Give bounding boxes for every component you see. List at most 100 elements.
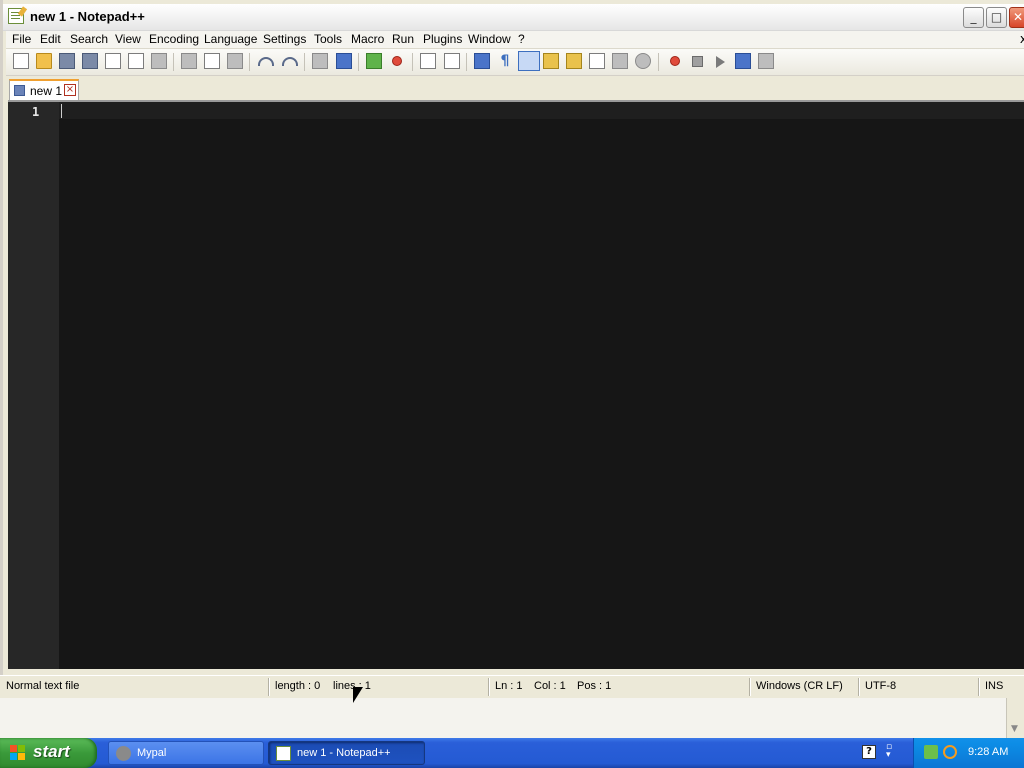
toolbar: ¶ (6, 49, 1024, 76)
menu-encoding[interactable]: Encoding (149, 32, 199, 46)
save-all-icon[interactable] (82, 53, 98, 69)
status-insert-mode[interactable]: INS (985, 680, 1003, 692)
tab-bar: new 1 × (6, 76, 1024, 100)
toolbar-separator (173, 53, 174, 71)
search-icon[interactable] (943, 745, 957, 759)
menu-macro[interactable]: Macro (351, 32, 384, 46)
sync-vertical-icon[interactable] (420, 53, 436, 69)
close-icon[interactable] (105, 53, 121, 69)
network-icon[interactable] (924, 745, 938, 759)
menu-search[interactable]: Search (70, 32, 108, 46)
mypal-icon (116, 746, 131, 761)
menu-edit[interactable]: Edit (40, 32, 61, 46)
indent-guide-icon[interactable] (518, 51, 540, 71)
status-eol[interactable]: Windows (CR LF) (756, 680, 843, 692)
playback-macro-icon[interactable] (716, 56, 725, 68)
scroll-down-arrow-icon[interactable]: ▼ (1011, 724, 1018, 734)
notepadpp-icon (276, 746, 291, 761)
cut-icon[interactable] (181, 53, 197, 69)
line-number-gutter: 1 (8, 102, 59, 669)
toolbar-separator (466, 53, 467, 71)
editor-area[interactable]: 1 (8, 100, 1024, 669)
sync-horizontal-icon[interactable] (444, 53, 460, 69)
paste-icon[interactable] (227, 53, 243, 69)
zoom-out-icon[interactable] (392, 56, 402, 66)
redo-icon[interactable] (282, 57, 298, 66)
menu-run[interactable]: Run (392, 32, 414, 46)
save-icon[interactable] (59, 53, 75, 69)
function-list-icon[interactable] (566, 53, 582, 69)
word-wrap-icon[interactable] (474, 53, 490, 69)
title-bar[interactable]: new 1 - Notepad++ _ □ ✕ (3, 4, 1024, 31)
user-defined-language-icon[interactable] (543, 53, 559, 69)
find-icon[interactable] (312, 53, 328, 69)
start-label: start (33, 742, 70, 761)
clock[interactable]: 9:28 AM (968, 746, 1008, 758)
status-bar: Normal text file length : 0 lines : 1 Ln… (0, 675, 1024, 698)
saved-document-icon (14, 85, 25, 96)
close-button[interactable]: ✕ (1009, 7, 1024, 28)
start-button[interactable]: start (0, 738, 97, 768)
notepadpp-window: new 1 - Notepad++ _ □ ✕ File Edit Search… (0, 0, 1024, 702)
status-lines: lines : 1 (333, 680, 371, 692)
menu-language[interactable]: Language (204, 32, 257, 46)
help-icon[interactable]: ? (862, 745, 876, 759)
status-divider (978, 678, 979, 696)
toolbar-separator (304, 53, 305, 71)
toolbar-separator (658, 53, 659, 71)
tab-label: new 1 (30, 84, 63, 98)
menu-view[interactable]: View (115, 32, 141, 46)
minimize-button[interactable]: _ (963, 7, 984, 28)
taskbar: start Mypal new 1 - Notepad++ ? ▫ ▾ 9:28 … (0, 738, 1024, 768)
stop-recording-icon[interactable] (692, 56, 703, 67)
taskbar-item-label: Mypal (137, 747, 167, 759)
status-encoding[interactable]: UTF-8 (865, 680, 896, 692)
copy-icon[interactable] (204, 53, 220, 69)
maximize-icon: □ (990, 10, 1003, 24)
open-file-icon[interactable] (36, 53, 52, 69)
tab-close-icon[interactable]: × (64, 84, 76, 96)
notepadpp-app-icon[interactable] (8, 8, 24, 24)
current-line-highlight (59, 102, 1024, 119)
toolbar-separator (249, 53, 250, 71)
replace-icon[interactable] (336, 53, 352, 69)
undo-icon[interactable] (258, 57, 274, 66)
menu-window[interactable]: Window (468, 32, 511, 46)
folder-as-workspace-icon[interactable] (612, 53, 628, 69)
status-divider (488, 678, 489, 696)
status-ln: Ln : 1 (495, 680, 523, 692)
menu-help[interactable]: ? (518, 32, 525, 46)
minimize-icon: _ (970, 10, 977, 24)
toolbar-separator (412, 53, 413, 71)
menu-settings[interactable]: Settings (263, 32, 306, 46)
windows-logo-icon (10, 745, 26, 761)
status-divider (268, 678, 269, 696)
print-icon[interactable] (151, 53, 167, 69)
run-macro-multiple-icon[interactable] (735, 53, 751, 69)
show-all-characters-icon[interactable]: ¶ (497, 53, 513, 69)
menu-plugins[interactable]: Plugins (423, 32, 462, 46)
status-pos: Pos : 1 (577, 680, 612, 692)
document-map-icon[interactable] (589, 53, 605, 69)
desktop-strip (0, 698, 1006, 738)
taskbar-restore-icon[interactable]: ▫ ▾ (886, 743, 898, 760)
status-divider (858, 678, 859, 696)
line-number: 1 (32, 105, 40, 119)
record-macro-icon[interactable] (670, 56, 680, 66)
menu-tools[interactable]: Tools (314, 32, 342, 46)
toolbar-separator (358, 53, 359, 71)
taskbar-item-mypal[interactable]: Mypal (108, 741, 264, 765)
text-caret (61, 104, 62, 118)
save-macro-icon[interactable] (758, 53, 774, 69)
scrollbar[interactable]: ▼ (1006, 698, 1024, 738)
menu-close-document-icon[interactable]: x (1020, 32, 1024, 46)
close-all-icon[interactable] (128, 53, 144, 69)
menu-file[interactable]: File (12, 32, 31, 46)
tab-new-1[interactable]: new 1 × (9, 79, 79, 100)
new-file-icon[interactable] (13, 53, 29, 69)
taskbar-item-notepadpp[interactable]: new 1 - Notepad++ (268, 741, 425, 765)
zoom-in-icon[interactable] (366, 53, 382, 69)
system-tray: 9:28 AM (913, 738, 1024, 768)
maximize-button[interactable]: □ (986, 7, 1007, 28)
monitoring-icon[interactable] (635, 53, 651, 69)
